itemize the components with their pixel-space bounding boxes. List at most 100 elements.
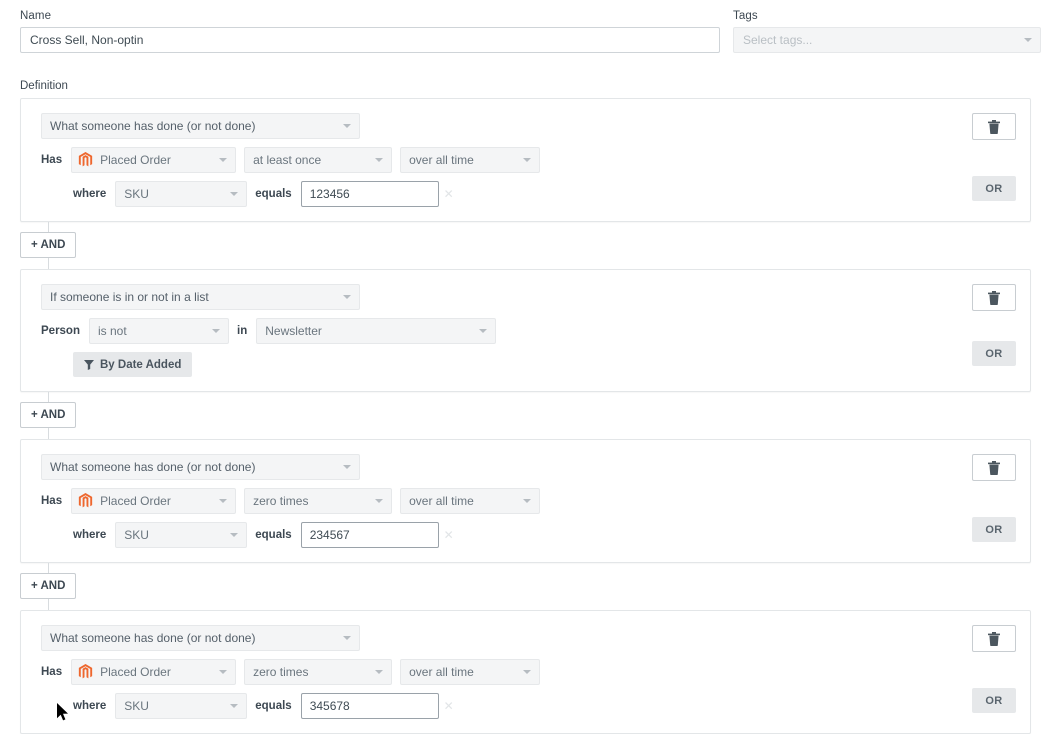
clear-x-icon[interactable]: ✕ [439, 699, 459, 713]
timeframe-value: over all time [409, 660, 474, 684]
frequency-value: zero times [253, 489, 308, 513]
add-and-button[interactable]: + AND [20, 402, 76, 428]
chevron-down-icon [230, 192, 238, 196]
definition-label: Definition [20, 80, 68, 92]
condition-type-select[interactable]: What someone has done (or not done) [41, 454, 360, 480]
trash-icon [988, 120, 1000, 134]
name-label: Name [20, 10, 720, 22]
add-and-button[interactable]: + AND [20, 232, 76, 258]
chevron-down-icon [230, 704, 238, 708]
name-field-group: Name [20, 10, 720, 53]
condition-type-select[interactable]: What someone has done (or not done) [41, 625, 360, 651]
filter-value-input[interactable] [301, 181, 439, 207]
timeframe-value: over all time [409, 489, 474, 513]
metric-select[interactable]: Placed Order [71, 659, 236, 685]
condition-type-row: What someone has done (or not done) [41, 113, 1016, 139]
frequency-value: at least once [253, 148, 321, 172]
metric-value: Placed Order [100, 660, 171, 684]
condition-type-value: What someone has done (or not done) [50, 460, 255, 474]
in-label: in [237, 325, 247, 337]
add-or-button[interactable]: OR [972, 517, 1016, 542]
timeframe-select[interactable]: over all time [400, 488, 540, 514]
clear-x-icon[interactable]: ✕ [439, 187, 459, 201]
chevron-down-icon [1024, 38, 1032, 42]
by-date-added-button[interactable]: By Date Added [73, 352, 192, 377]
name-input[interactable] [20, 27, 720, 53]
chevron-down-icon [219, 158, 227, 162]
metric-row: Has Placed Order zero times over all tim… [41, 659, 1016, 685]
attribute-select[interactable]: SKU [115, 693, 247, 719]
add-or-button[interactable]: OR [972, 688, 1016, 713]
add-or-button[interactable]: OR [972, 176, 1016, 201]
condition-block: What someone has done (or not done) Has … [20, 98, 1031, 222]
attribute-select[interactable]: SKU [115, 181, 247, 207]
chevron-down-icon [523, 670, 531, 674]
trash-icon [988, 632, 1000, 646]
condition-type-select[interactable]: If someone is in or not in a list [41, 284, 360, 310]
attribute-value: SKU [124, 523, 149, 547]
trash-icon [988, 291, 1000, 305]
tags-label: Tags [733, 10, 1041, 22]
timeframe-select[interactable]: over all time [400, 659, 540, 685]
add-and-button[interactable]: + AND [20, 573, 76, 599]
person-label: Person [41, 325, 80, 337]
clear-x-icon[interactable]: ✕ [439, 528, 459, 542]
delete-condition-button[interactable] [972, 454, 1016, 481]
metric-value: Placed Order [100, 148, 171, 172]
chevron-down-icon [343, 295, 351, 299]
list-select[interactable]: Newsletter [256, 318, 496, 344]
condition-type-value: What someone has done (or not done) [50, 119, 255, 133]
frequency-select[interactable]: zero times [244, 488, 392, 514]
chevron-down-icon [375, 670, 383, 674]
metric-select[interactable]: Placed Order [71, 147, 236, 173]
condition-block: What someone has done (or not done) Has … [20, 439, 1031, 563]
add-or-button[interactable]: OR [972, 341, 1016, 366]
condition-type-select[interactable]: What someone has done (or not done) [41, 113, 360, 139]
funnel-icon [84, 360, 94, 370]
frequency-select[interactable]: zero times [244, 659, 392, 685]
condition-type-row: What someone has done (or not done) [41, 454, 1016, 480]
chevron-down-icon [219, 499, 227, 503]
tags-field-group: Tags Select tags... [733, 10, 1041, 53]
chevron-down-icon [230, 533, 238, 537]
condition-type-row: What someone has done (or not done) [41, 625, 1016, 651]
and-connector: + AND [20, 563, 1031, 610]
timeframe-select[interactable]: over all time [400, 147, 540, 173]
delete-condition-button[interactable] [972, 113, 1016, 140]
metric-value: Placed Order [100, 489, 171, 513]
chevron-down-icon [212, 329, 220, 333]
chevron-down-icon [375, 158, 383, 162]
and-connector: + AND [20, 222, 1031, 269]
magento-logo-icon [78, 493, 93, 509]
condition-type-row: If someone is in or not in a list [41, 284, 1016, 310]
filter-value-input[interactable] [301, 693, 439, 719]
tags-select[interactable]: Select tags... [733, 27, 1041, 53]
magento-logo-icon [78, 152, 93, 168]
chevron-down-icon [479, 329, 487, 333]
filter-value-input[interactable] [301, 522, 439, 548]
condition-type-value: If someone is in or not in a list [50, 290, 209, 304]
metric-row: Has Placed Order at least once over all … [41, 147, 1016, 173]
chevron-down-icon [523, 499, 531, 503]
filter-row: where SKU equals ✕ [41, 693, 1016, 719]
operator-label: equals [255, 188, 291, 200]
attribute-select[interactable]: SKU [115, 522, 247, 548]
tags-placeholder-text: Select tags... [743, 33, 812, 47]
frequency-value: zero times [253, 660, 308, 684]
frequency-select[interactable]: at least once [244, 147, 392, 173]
operator-label: equals [255, 700, 291, 712]
trash-icon [988, 461, 1000, 475]
membership-select[interactable]: is not [89, 318, 229, 344]
chevron-down-icon [343, 636, 351, 640]
list-membership-row: Person is not in Newsletter [41, 318, 1016, 344]
timeframe-value: over all time [409, 148, 474, 172]
condition-block: What someone has done (or not done) Has … [20, 610, 1031, 734]
operator-label: equals [255, 529, 291, 541]
has-label: Has [41, 495, 62, 507]
metric-select[interactable]: Placed Order [71, 488, 236, 514]
delete-condition-button[interactable] [972, 284, 1016, 311]
where-label: where [73, 700, 106, 712]
delete-condition-button[interactable] [972, 625, 1016, 652]
by-date-added-label: By Date Added [100, 359, 181, 371]
filter-row: where SKU equals ✕ [41, 181, 1016, 207]
